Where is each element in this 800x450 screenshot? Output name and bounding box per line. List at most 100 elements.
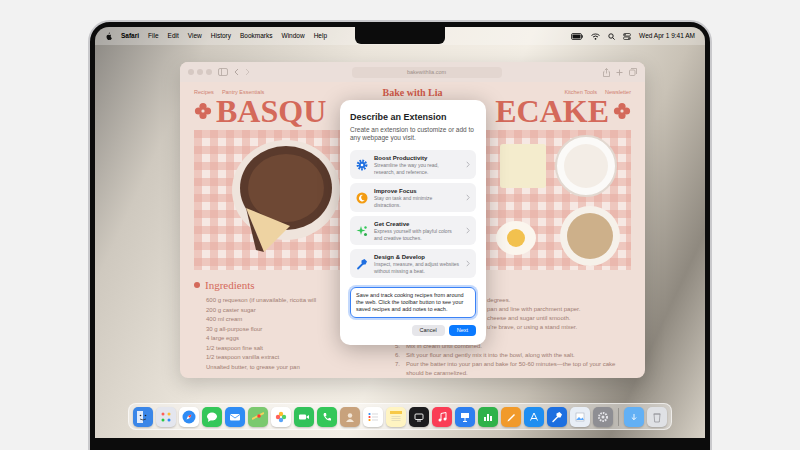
option-title: Get Creative bbox=[374, 220, 460, 228]
ingredient-item: Unsalted butter, to grease your pan bbox=[206, 363, 395, 373]
safari-icon[interactable] bbox=[179, 407, 199, 427]
tab-overview-icon[interactable] bbox=[629, 68, 637, 76]
numbers-icon[interactable] bbox=[478, 407, 498, 427]
photos-icon[interactable] bbox=[271, 407, 291, 427]
step-text: Sift your flour and gently mix it into t… bbox=[406, 351, 631, 360]
messages-icon[interactable] bbox=[202, 407, 222, 427]
describe-extension-dialog: Describe an Extension Create an extensio… bbox=[340, 100, 486, 345]
battery-icon[interactable] bbox=[571, 33, 583, 40]
close-button[interactable] bbox=[188, 69, 194, 75]
launchpad-icon[interactable] bbox=[156, 407, 176, 427]
ingredients-heading: Ingredients bbox=[205, 278, 254, 292]
menu-item[interactable]: Bookmarks bbox=[240, 31, 273, 41]
next-button[interactable]: Next bbox=[449, 325, 476, 336]
minimize-button[interactable] bbox=[197, 69, 203, 75]
sparkles-icon bbox=[356, 225, 368, 237]
chevron-icon bbox=[466, 227, 470, 234]
option-description: Stay on task and minimize distractions. bbox=[374, 195, 460, 208]
facetime-icon[interactable] bbox=[294, 407, 314, 427]
search-icon[interactable] bbox=[608, 33, 615, 40]
moon-icon bbox=[356, 192, 368, 204]
option-card[interactable]: Get CreativeExpress yourself with playfu… bbox=[350, 216, 476, 245]
menu-item[interactable]: Edit bbox=[168, 31, 179, 41]
pages-icon[interactable] bbox=[501, 407, 521, 427]
step-number: 6. bbox=[395, 351, 403, 360]
step-item: 7.Pour the batter into your pan and bake… bbox=[395, 360, 631, 378]
wifi-icon[interactable] bbox=[591, 33, 600, 40]
address-field[interactable]: bakewithlia.com bbox=[352, 67, 502, 78]
step-item: 6.Sift your flour and gently mix it into… bbox=[395, 351, 631, 360]
menu-item[interactable]: View bbox=[188, 31, 202, 41]
chevron-icon bbox=[466, 194, 470, 201]
step-number: 7. bbox=[395, 360, 403, 378]
trash-icon[interactable] bbox=[647, 407, 667, 427]
site-title[interactable]: Bake with Lia bbox=[382, 87, 442, 98]
menu-item[interactable]: File bbox=[148, 31, 158, 41]
nav-link[interactable]: Recipes bbox=[194, 88, 214, 96]
option-card[interactable]: Improve FocusStay on task and minimize d… bbox=[350, 183, 476, 212]
bullet-icon bbox=[194, 282, 200, 288]
option-card[interactable]: Design & DevelopInspect, measure, and ad… bbox=[350, 249, 476, 278]
option-title: Improve Focus bbox=[374, 187, 460, 195]
dialog-subtitle: Create an extension to customize or add … bbox=[350, 126, 476, 142]
hammer-icon bbox=[356, 258, 368, 270]
notes-icon[interactable] bbox=[386, 407, 406, 427]
clock[interactable]: Wed Apr 1 9:41 AM bbox=[639, 31, 695, 41]
option-description: Streamline the way you read, research, a… bbox=[374, 162, 460, 175]
tv-icon[interactable] bbox=[409, 407, 429, 427]
dialog-title: Describe an Extension bbox=[350, 112, 476, 123]
gear-icon bbox=[356, 159, 368, 171]
finder-icon[interactable] bbox=[133, 407, 153, 427]
maps-icon[interactable] bbox=[248, 407, 268, 427]
site-nav: RecipesPantry Essentials Bake with Lia K… bbox=[194, 85, 631, 95]
mail-icon[interactable] bbox=[225, 407, 245, 427]
camera-notch bbox=[355, 27, 445, 44]
prompt-field[interactable]: Save and track cooking recipes from arou… bbox=[350, 287, 476, 318]
preview-icon[interactable] bbox=[570, 407, 590, 427]
recipe-title: ECAKE bbox=[495, 95, 609, 127]
safari-toolbar: bakewithlia.com bbox=[180, 62, 645, 82]
chevron-icon bbox=[466, 161, 470, 168]
laptop-bezel: Safari File Edit View History Bookmarks Window… bbox=[88, 20, 712, 450]
step-text: Pour the batter into your pan and bake f… bbox=[406, 360, 631, 378]
zoom-button[interactable] bbox=[206, 69, 212, 75]
sidebar-icon[interactable] bbox=[218, 68, 228, 76]
menu-item[interactable]: Safari bbox=[121, 31, 139, 41]
step-text: degrees. bbox=[487, 296, 631, 305]
chevron-icon bbox=[466, 260, 470, 267]
forward-icon[interactable] bbox=[245, 68, 250, 76]
cancel-button[interactable]: Cancel bbox=[412, 325, 445, 336]
option-description: Inspect, measure, and adjust websites wi… bbox=[374, 261, 460, 274]
apple-logo-icon[interactable] bbox=[105, 32, 112, 40]
new-tab-icon[interactable] bbox=[616, 69, 623, 76]
menu-item[interactable]: History bbox=[211, 31, 231, 41]
option-description: Express yourself with playful colors and… bbox=[374, 228, 460, 241]
keynote-icon[interactable] bbox=[455, 407, 475, 427]
option-title: Design & Develop bbox=[374, 253, 460, 261]
reminders-icon[interactable] bbox=[363, 407, 383, 427]
xcode-icon[interactable] bbox=[547, 407, 567, 427]
settings-icon[interactable] bbox=[593, 407, 613, 427]
step-text: u're brave, or using a stand mixer. bbox=[487, 323, 631, 332]
option-title: Boost Productivity bbox=[374, 154, 460, 162]
dock bbox=[128, 403, 672, 430]
step-text: pan and line with parchment paper. bbox=[487, 305, 631, 314]
phone-icon[interactable] bbox=[317, 407, 337, 427]
downloads-folder-icon[interactable] bbox=[624, 407, 644, 427]
step-text: cheese and sugar until smooth. bbox=[487, 314, 631, 323]
control-center-icon[interactable] bbox=[623, 33, 631, 40]
music-icon[interactable] bbox=[432, 407, 452, 427]
option-card[interactable]: Boost ProductivityStreamline the way you… bbox=[350, 150, 476, 179]
app-store-icon[interactable] bbox=[524, 407, 544, 427]
dock-divider bbox=[618, 408, 619, 426]
share-icon[interactable] bbox=[603, 68, 610, 77]
contacts-icon[interactable] bbox=[340, 407, 360, 427]
menu-item[interactable]: Help bbox=[314, 31, 327, 41]
lauburu-icon bbox=[194, 102, 212, 120]
back-icon[interactable] bbox=[234, 68, 239, 76]
ingredient-item: 1/2 teaspoon vanilla extract bbox=[206, 353, 395, 363]
lauburu-icon bbox=[613, 102, 631, 120]
recipe-title: BASQU bbox=[216, 95, 326, 127]
screen: Safari File Edit View History Bookmarks Window… bbox=[95, 27, 705, 438]
menu-item[interactable]: Window bbox=[282, 31, 305, 41]
